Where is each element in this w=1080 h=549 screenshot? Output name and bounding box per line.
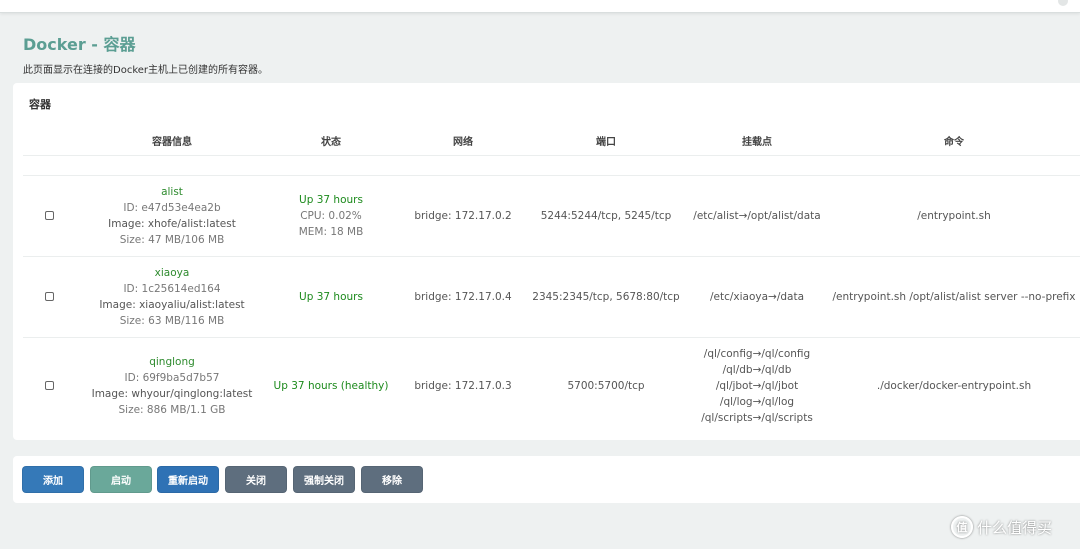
watermark-text: 什么值得买: [977, 518, 1053, 537]
table-row[interactable]: alist ID: e47d53e4ea2b Image: xhofe/alis…: [13, 176, 1080, 256]
watermark: 值 什么值得买: [951, 514, 1052, 540]
container-image: Image: xhofe/alist:latest: [108, 218, 236, 230]
container-network: bridge: 172.17.0.4: [414, 291, 512, 303]
container-info: xiaoya ID: 1c25614ed164 Image: xiaoyaliu…: [99, 265, 244, 329]
container-command: /entrypoint.sh: [917, 210, 991, 222]
container-mounts: /etc/alist→/opt/alist/data: [693, 208, 820, 224]
page-title: Docker - 容器: [23, 35, 136, 54]
container-id: ID: 69f9ba5d7b57: [124, 372, 220, 384]
container-network: bridge: 172.17.0.3: [414, 380, 512, 392]
container-ports: 2345:2345/tcp, 5678:80/tcp: [532, 291, 680, 303]
mount-item: /ql/jbot→/ql/jbot: [715, 380, 799, 392]
container-command: /entrypoint.sh /opt/alist/alist server -…: [832, 291, 1076, 303]
header-divider: [23, 155, 1080, 156]
mount-item: /etc/alist→/opt/alist/data: [693, 210, 821, 222]
add-button[interactable]: 添加: [22, 466, 84, 493]
row-checkbox[interactable]: [45, 292, 54, 301]
container-size: Size: 47 MB/106 MB: [119, 234, 225, 246]
row-checkbox[interactable]: [45, 211, 54, 220]
container-image: Image: whyour/qinglong:latest: [91, 388, 253, 400]
remove-button[interactable]: 移除: [361, 466, 423, 493]
container-image: Image: xiaoyaliu/alist:latest: [99, 299, 245, 311]
container-status: Up 37 hours (healthy): [274, 378, 389, 394]
kill-button[interactable]: 强制关闭: [293, 466, 355, 493]
page-description: 此页面显示在连接的Docker主机上已创建的所有容器。: [23, 65, 269, 76]
mount-item: /etc/xiaoya→/data: [709, 291, 805, 303]
status-text: Up 37 hours: [299, 291, 363, 303]
mem-usage: MEM: 18 MB: [298, 226, 364, 238]
container-command: ./docker/docker-entrypoint.sh: [876, 380, 1032, 392]
col-header-command: 命令: [944, 137, 964, 148]
mount-item: /ql/db→/ql/db: [722, 364, 792, 376]
container-size: Size: 63 MB/116 MB: [119, 315, 225, 327]
mount-item: /ql/scripts→/ql/scripts: [701, 412, 813, 424]
col-header-status: 状态: [321, 137, 341, 148]
top-bar: [0, 0, 1080, 13]
container-ports: 5700:5700/tcp: [567, 380, 645, 392]
container-info: qinglong ID: 69f9ba5d7b57 Image: whyour/…: [92, 354, 253, 418]
status-text: Up 37 hours: [299, 194, 363, 206]
container-id: ID: e47d53e4ea2b: [123, 202, 221, 214]
row-checkbox[interactable]: [45, 381, 54, 390]
mount-item: /ql/config→/ql/config: [703, 348, 811, 360]
container-status: Up 37 hours CPU: 0.02% MEM: 18 MB: [299, 192, 364, 240]
watermark-logo-icon: 值: [951, 516, 973, 538]
table-row[interactable]: xiaoya ID: 1c25614ed164 Image: xiaoyaliu…: [13, 257, 1080, 337]
col-header-mounts: 挂载点: [742, 137, 772, 148]
start-button[interactable]: 启动: [90, 466, 152, 493]
col-header-network: 网络: [453, 137, 473, 148]
container-size: Size: 886 MB/1.1 GB: [118, 404, 226, 416]
container-id: ID: 1c25614ed164: [123, 283, 221, 295]
col-header-info: 容器信息: [152, 137, 192, 148]
stop-button[interactable]: 关闭: [225, 466, 287, 493]
card-title: 容器: [29, 98, 51, 111]
container-name[interactable]: xiaoya: [99, 265, 244, 281]
container-mounts: /etc/xiaoya→/data: [710, 289, 804, 305]
top-right-circle: [1058, 0, 1068, 6]
container-network: bridge: 172.17.0.2: [414, 210, 512, 222]
mount-item: /ql/log→/ql/log: [719, 396, 795, 408]
status-text: Up 37 hours (healthy): [273, 380, 389, 392]
container-ports: 5244:5244/tcp, 5245/tcp: [540, 210, 672, 222]
container-status: Up 37 hours: [299, 289, 363, 305]
container-mounts: /ql/config→/ql/config /ql/db→/ql/db /ql/…: [701, 346, 813, 426]
container-name[interactable]: alist: [108, 184, 236, 200]
container-name[interactable]: qinglong: [92, 354, 253, 370]
table-row[interactable]: qinglong ID: 69f9ba5d7b57 Image: whyour/…: [13, 338, 1080, 436]
container-info: alist ID: e47d53e4ea2b Image: xhofe/alis…: [108, 184, 236, 248]
cpu-usage: CPU: 0.02%: [300, 210, 362, 222]
restart-button[interactable]: 重新启动: [157, 466, 219, 493]
col-header-ports: 端口: [596, 137, 616, 148]
containers-card: 容器 容器信息 状态 网络 端口 挂载点 命令 alist ID: e47d53…: [13, 83, 1080, 440]
